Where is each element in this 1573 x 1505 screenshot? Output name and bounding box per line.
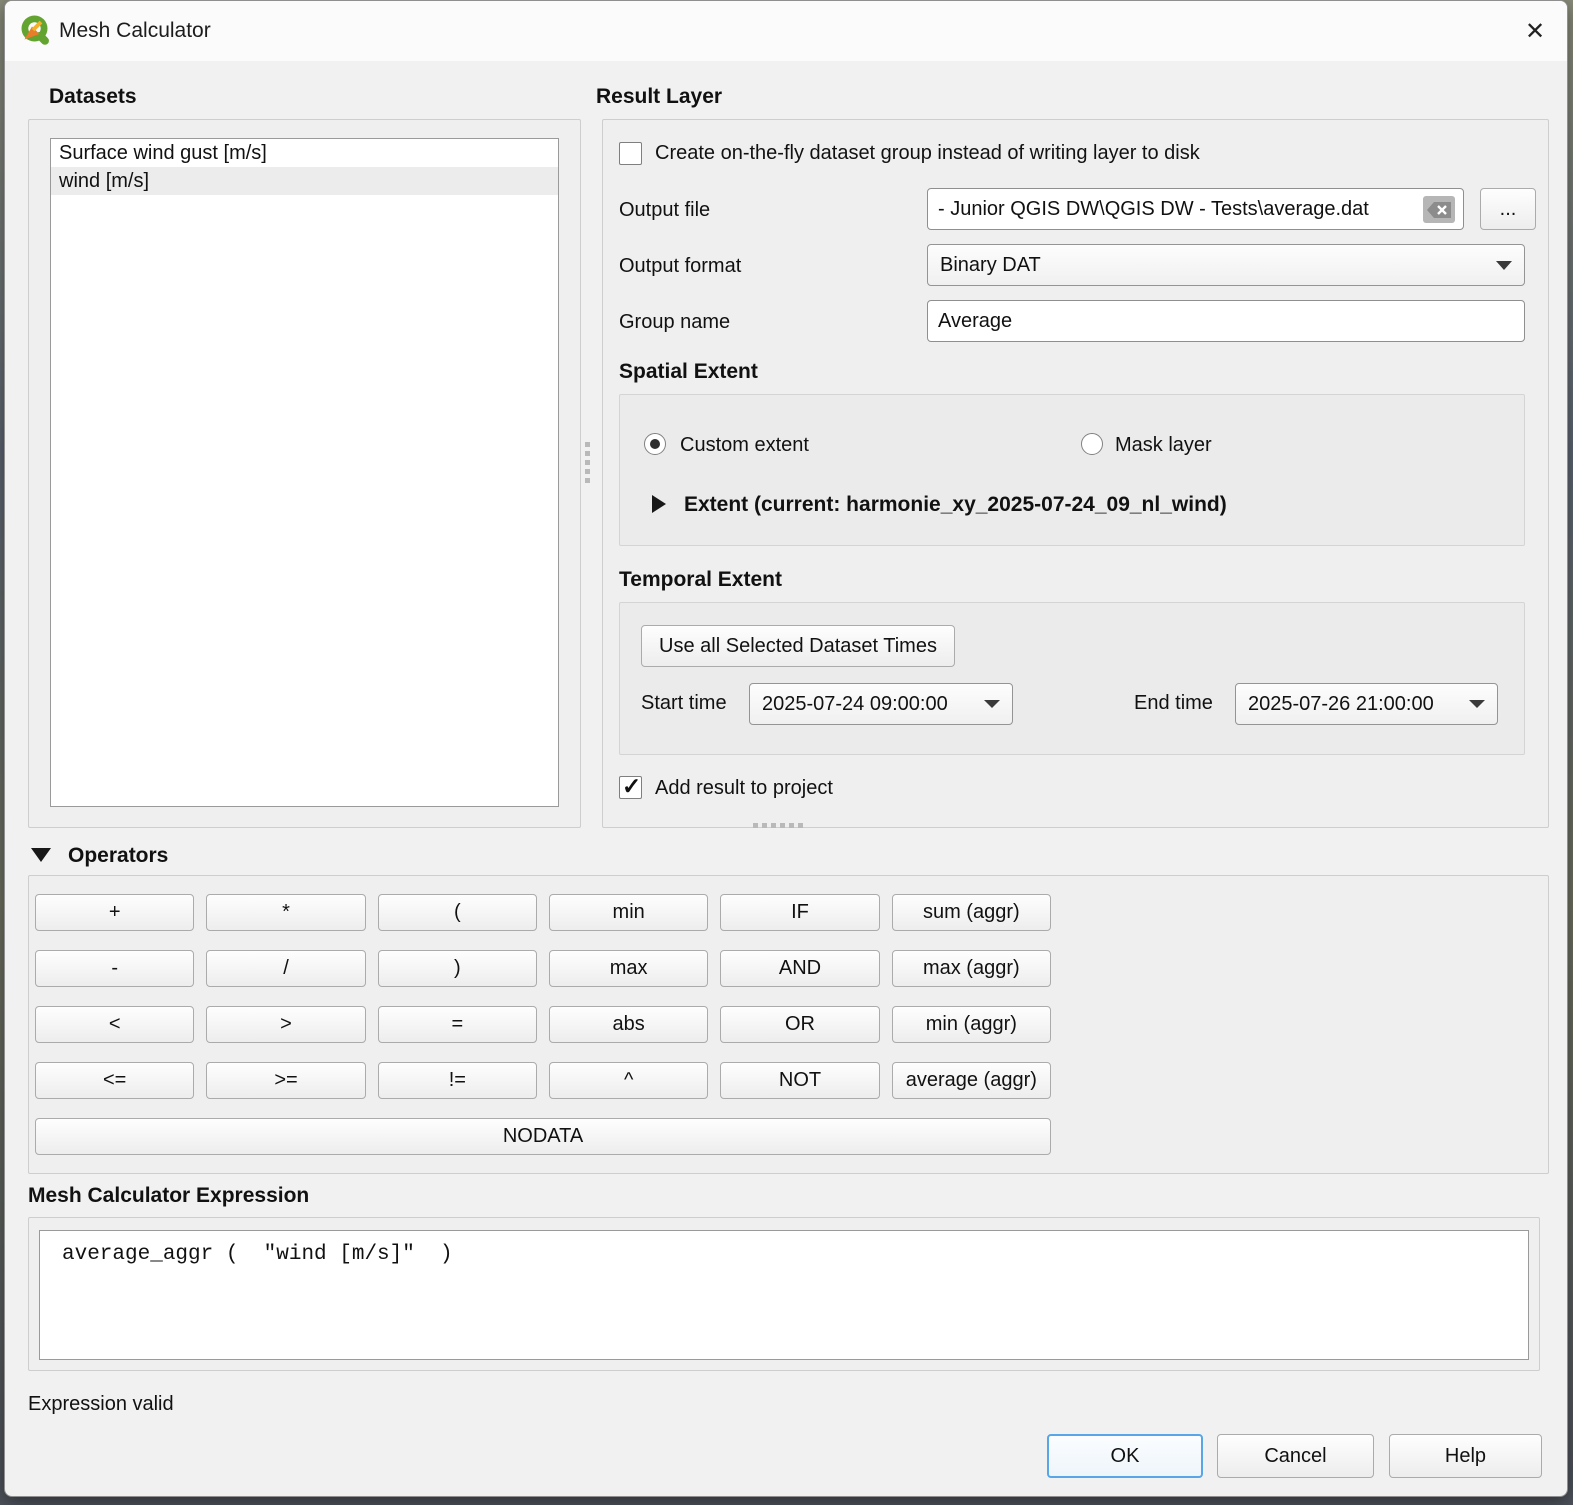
spatial-extent-group: Custom extent Mask layer Extent (current… bbox=[619, 394, 1525, 546]
operator-greater-than-button[interactable]: > bbox=[206, 1006, 365, 1043]
horizontal-splitter-handle[interactable] bbox=[753, 823, 803, 828]
operator-sum-aggr-button[interactable]: sum (aggr) bbox=[892, 894, 1051, 931]
expression-heading: Mesh Calculator Expression bbox=[28, 1184, 309, 1208]
operator-abs-button[interactable]: abs bbox=[549, 1006, 708, 1043]
operator-average-aggr-button[interactable]: average (aggr) bbox=[892, 1062, 1051, 1099]
operator-nodata-button[interactable]: NODATA bbox=[35, 1118, 1051, 1155]
output-format-select[interactable]: Binary DAT bbox=[927, 244, 1525, 286]
operator-minus-button[interactable]: - bbox=[35, 950, 194, 987]
output-format-value: Binary DAT bbox=[940, 254, 1041, 277]
close-icon[interactable]: ✕ bbox=[1519, 15, 1551, 47]
output-format-label: Output format bbox=[619, 255, 741, 278]
operator-or-button[interactable]: OR bbox=[720, 1006, 879, 1043]
operators-panel: + * ( min IF sum (aggr) - / ) max AND ma… bbox=[28, 875, 1549, 1174]
extent-current-label[interactable]: Extent (current: harmonie_xy_2025-07-24_… bbox=[684, 493, 1227, 517]
extent-expander-icon[interactable] bbox=[652, 495, 666, 513]
temporal-extent-heading: Temporal Extent bbox=[619, 568, 782, 592]
end-time-value: 2025-07-26 21:00:00 bbox=[1248, 693, 1434, 716]
start-time-select[interactable]: 2025-07-24 09:00:00 bbox=[749, 683, 1013, 725]
group-name-input[interactable] bbox=[927, 300, 1525, 342]
window-title: Mesh Calculator bbox=[59, 1, 211, 61]
end-time-select[interactable]: 2025-07-26 21:00:00 bbox=[1235, 683, 1498, 725]
custom-extent-label: Custom extent bbox=[680, 434, 809, 457]
result-layer-heading: Result Layer bbox=[596, 85, 722, 109]
dataset-item-selected[interactable]: wind [m/s] bbox=[51, 167, 558, 195]
operator-not-equal-button[interactable]: != bbox=[378, 1062, 537, 1099]
help-button[interactable]: Help bbox=[1389, 1434, 1542, 1478]
qgis-logo-icon bbox=[19, 14, 53, 48]
operator-if-button[interactable]: IF bbox=[720, 894, 879, 931]
browse-output-file-button[interactable]: ... bbox=[1480, 188, 1536, 230]
operator-min-aggr-button[interactable]: min (aggr) bbox=[892, 1006, 1051, 1043]
vertical-splitter-handle[interactable] bbox=[585, 442, 590, 483]
add-result-to-project-label: Add result to project bbox=[655, 777, 833, 800]
chevron-down-icon bbox=[1469, 700, 1485, 708]
start-time-value: 2025-07-24 09:00:00 bbox=[762, 693, 948, 716]
operator-plus-button[interactable]: + bbox=[35, 894, 194, 931]
mask-layer-label: Mask layer bbox=[1115, 434, 1212, 457]
operators-heading[interactable]: Operators bbox=[68, 844, 168, 868]
expression-textarea[interactable]: average_aggr ( "wind [m/s]" ) bbox=[39, 1230, 1529, 1360]
desktop-background: Mesh Calculator ✕ Datasets Surface wind … bbox=[0, 0, 1573, 1505]
start-time-label: Start time bbox=[641, 692, 727, 715]
dataset-item[interactable]: Surface wind gust [m/s] bbox=[51, 139, 558, 167]
title-bar: Mesh Calculator ✕ bbox=[5, 1, 1567, 61]
operator-divide-button[interactable]: / bbox=[206, 950, 365, 987]
operator-equals-button[interactable]: = bbox=[378, 1006, 537, 1043]
datasets-list[interactable]: Surface wind gust [m/s] wind [m/s] bbox=[50, 138, 559, 807]
datasets-panel: Surface wind gust [m/s] wind [m/s] bbox=[28, 119, 581, 828]
cancel-button[interactable]: Cancel bbox=[1217, 1434, 1374, 1478]
mask-layer-radio[interactable] bbox=[1081, 433, 1103, 455]
group-name-label: Group name bbox=[619, 311, 730, 334]
operator-less-equal-button[interactable]: <= bbox=[35, 1062, 194, 1099]
temporal-extent-group: Use all Selected Dataset Times Start tim… bbox=[619, 602, 1525, 755]
chevron-down-icon bbox=[1496, 261, 1512, 270]
create-on-the-fly-label: Create on-the-fly dataset group instead … bbox=[655, 142, 1200, 165]
output-file-value: - Junior QGIS DW\QGIS DW - Tests\average… bbox=[938, 198, 1369, 220]
chevron-down-icon bbox=[984, 700, 1000, 708]
operator-greater-equal-button[interactable]: >= bbox=[206, 1062, 365, 1099]
output-file-input[interactable]: - Junior QGIS DW\QGIS DW - Tests\average… bbox=[927, 188, 1464, 230]
datasets-heading: Datasets bbox=[49, 85, 137, 109]
expression-panel: average_aggr ( "wind [m/s]" ) bbox=[28, 1217, 1540, 1371]
create-on-the-fly-checkbox[interactable] bbox=[619, 142, 642, 165]
operator-not-button[interactable]: NOT bbox=[720, 1062, 879, 1099]
operator-multiply-button[interactable]: * bbox=[206, 894, 365, 931]
operator-open-paren-button[interactable]: ( bbox=[378, 894, 537, 931]
operator-close-paren-button[interactable]: ) bbox=[378, 950, 537, 987]
operator-min-button[interactable]: min bbox=[549, 894, 708, 931]
result-layer-panel: Create on-the-fly dataset group instead … bbox=[602, 119, 1549, 828]
spatial-extent-heading: Spatial Extent bbox=[619, 360, 758, 384]
operator-power-button[interactable]: ^ bbox=[549, 1062, 708, 1099]
custom-extent-radio[interactable] bbox=[644, 433, 666, 455]
operators-expander-icon[interactable] bbox=[31, 848, 51, 862]
end-time-label: End time bbox=[1134, 692, 1213, 715]
operator-and-button[interactable]: AND bbox=[720, 950, 879, 987]
expression-status-text: Expression valid bbox=[28, 1393, 174, 1416]
mesh-calculator-dialog: Mesh Calculator ✕ Datasets Surface wind … bbox=[4, 0, 1568, 1497]
operator-max-button[interactable]: max bbox=[549, 950, 708, 987]
operator-less-than-button[interactable]: < bbox=[35, 1006, 194, 1043]
clear-output-file-icon[interactable] bbox=[1423, 196, 1455, 223]
output-file-label: Output file bbox=[619, 199, 710, 222]
operators-grid: + * ( min IF sum (aggr) - / ) max AND ma… bbox=[35, 894, 1051, 1099]
add-result-to-project-checkbox[interactable] bbox=[619, 776, 642, 799]
ok-button[interactable]: OK bbox=[1047, 1434, 1203, 1478]
use-all-dataset-times-button[interactable]: Use all Selected Dataset Times bbox=[641, 625, 955, 667]
operator-max-aggr-button[interactable]: max (aggr) bbox=[892, 950, 1051, 987]
